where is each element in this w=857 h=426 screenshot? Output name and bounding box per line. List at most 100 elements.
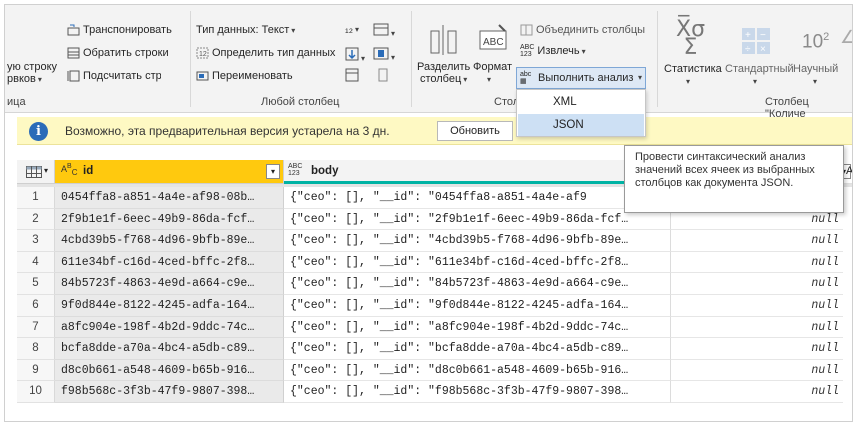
chevron-down-icon: ▾	[686, 77, 691, 86]
detect-type-button[interactable]: 12 Определить тип данных	[196, 47, 335, 59]
scientific-button[interactable]: Научный ▾	[793, 63, 838, 87]
data-type-dropdown[interactable]: Тип данных: Текст ▾	[196, 24, 295, 36]
rename-icon	[196, 71, 209, 81]
parse-menu: XML JSON	[516, 89, 646, 137]
parse-dropdown-button[interactable]: abc ▦ Выполнить анализ ▾	[516, 67, 646, 89]
count-rows-label: Подсчитать строки	[83, 70, 161, 83]
standard-label: Стандартный	[725, 63, 794, 75]
scientific-label: Научный	[793, 63, 839, 75]
keep-row-label-1: ую строку	[7, 61, 58, 73]
column-name-id: id	[83, 165, 94, 177]
cell-body[interactable]: {"ceo": [], "__id": "f98b568c-3f3b-47f9-…	[284, 381, 671, 403]
cell-body[interactable]: {"ceo": [], "__id": "9f0d844e-8122-4245-…	[284, 295, 671, 317]
chevron-down-icon: ▾	[753, 77, 758, 86]
cell-value[interactable]: null	[671, 252, 843, 274]
next-column-type-letter: A	[846, 165, 853, 177]
format-label: Формат	[473, 61, 513, 73]
cell-value[interactable]: null	[671, 338, 843, 360]
statistics-button[interactable]: Статистика ▾	[664, 63, 722, 87]
split-column-icon	[430, 25, 457, 55]
svg-text:÷: ÷	[745, 44, 751, 55]
cell-value[interactable]: null	[671, 381, 843, 403]
merge-columns-button[interactable]: Объединить столбцы	[520, 24, 645, 36]
separator	[657, 11, 658, 107]
cell-id[interactable]: 0454ffa8-a851-4a4e-af98-08b…	[55, 187, 284, 209]
column-header-body[interactable]: ABC 123 body	[284, 160, 671, 184]
convert-list-button[interactable]: ▾	[373, 47, 395, 63]
rename-button[interactable]: Переименовать	[196, 70, 293, 82]
keep-row-button[interactable]: ую строку рвков ▾	[7, 61, 57, 85]
transpose-icon	[67, 24, 80, 36]
row-number: 2	[17, 208, 55, 231]
cell-id[interactable]: 84b5723f-4863-4e9d-a664-c9e…	[55, 273, 284, 295]
table-row[interactable]: 10 f98b568c-3f3b-47f9-9807-398… {"ceo": []…	[17, 381, 852, 403]
svg-text:−: −	[760, 30, 766, 41]
cell-value[interactable]: null	[671, 317, 843, 339]
cell-id[interactable]: 2f9b1e1f-6eec-49b9-86da-fcf…	[55, 208, 284, 231]
count-rows-button[interactable]: Подсчитать строки	[67, 70, 161, 82]
table-menu-button[interactable]: ▾	[17, 160, 55, 184]
column-header-id[interactable]: ABC id ▾	[55, 160, 284, 184]
svg-text:+: +	[745, 30, 751, 41]
chevron-down-icon: ▾	[487, 75, 492, 84]
cell-id[interactable]: 611e34bf-c16d-4ced-bffc-2f8…	[55, 251, 284, 274]
cell-id[interactable]: 4cbd39b5-f768-4d96-9bfb-89e…	[55, 230, 284, 252]
split-column-button[interactable]: Разделить столбец ▾	[417, 61, 470, 85]
ribbon: ую строку рвков ▾ ица Транспонировать Обр…	[5, 5, 852, 120]
unpivot-button[interactable]	[378, 68, 388, 85]
transpose-button[interactable]: Транспонировать	[67, 24, 172, 36]
cell-id[interactable]: d8c0b661-a548-4609-b65b-916…	[55, 359, 284, 382]
transpose-label: Транспонировать	[83, 24, 172, 36]
table-row[interactable]: 5 84b5723f-4863-4e9d-a664-c9e… {"ceo": [],…	[17, 273, 852, 295]
pivot-button[interactable]	[345, 68, 359, 85]
text-type-icon: ABC	[61, 163, 78, 177]
cell-body[interactable]: {"ceo": [], "__id": "4cbd39b5-f768-4d96-…	[284, 230, 671, 252]
data-type-label: Тип данных: Текст	[196, 24, 290, 36]
cell-value[interactable]: null	[671, 295, 843, 317]
cell-value[interactable]: null	[671, 360, 843, 382]
trig-icon: ∠	[840, 27, 852, 77]
chevron-down-icon: ▾	[44, 166, 49, 175]
format-button[interactable]: Формат ▾	[473, 61, 512, 85]
cell-body[interactable]: {"ceo": [], "__id": "0454ffa8-a851-4a4e-…	[284, 187, 671, 209]
reverse-rows-button[interactable]: Обратить строки	[67, 47, 169, 59]
extract-icon: ABC 123	[520, 44, 535, 58]
extract-button[interactable]: ABC 123 Извлечь ▾	[520, 44, 586, 58]
cell-body[interactable]: {"ceo": [], "__id": "2f9b1e1f-6eec-49b9-…	[284, 208, 671, 231]
move-button[interactable]: ▾	[373, 23, 395, 39]
fill-button[interactable]: ▾	[345, 47, 365, 64]
svg-text:×: ×	[760, 44, 766, 55]
table-row[interactable]: 8 bcfa8dde-a70a-4bc4-a5db-c89… {"ceo": [],…	[17, 338, 852, 360]
table-row[interactable]: 6 9f0d844e-8122-4245-adfa-164… {"ceo": [],…	[17, 295, 852, 317]
chevron-down-icon: ▾	[37, 75, 42, 84]
merge-columns-icon	[520, 24, 533, 36]
reverse-rows-icon	[67, 47, 80, 59]
chevron-down-icon: ▾	[391, 29, 396, 38]
table-row[interactable]: 7 a8fc904e-198f-4b2d-9ddc-74c… {"ceo": [],…	[17, 316, 852, 339]
cell-id[interactable]: bcfa8dde-a70a-4bc4-a5db-c89…	[55, 338, 284, 360]
cell-id[interactable]: a8fc904e-198f-4b2d-9ddc-74c…	[55, 316, 284, 339]
standard-button[interactable]: Стандартный ▾	[725, 63, 794, 87]
table-row[interactable]: 9 d8c0b661-a548-4609-b65b-916… {"ceo": [],…	[17, 359, 852, 382]
cell-body[interactable]: {"ceo": [], "__id": "d8c0b661-a548-4609-…	[284, 359, 671, 382]
replace-values-button[interactable]: ₁₂ ▾	[345, 23, 359, 35]
cell-id[interactable]: f98b568c-3f3b-47f9-9807-398…	[55, 381, 284, 403]
chevron-down-icon: ▾	[638, 73, 643, 82]
scientific-exponent: 2	[823, 31, 830, 43]
menu-item-xml[interactable]: XML	[518, 91, 644, 113]
cell-body[interactable]: {"ceo": [], "__id": "a8fc904e-198f-4b2d-…	[284, 316, 671, 339]
refresh-button[interactable]: Обновить	[437, 121, 513, 141]
cell-value[interactable]: null	[671, 230, 843, 252]
cell-value[interactable]: null	[671, 273, 843, 295]
cell-id[interactable]: 9f0d844e-8122-4245-adfa-164…	[55, 295, 284, 317]
table-row[interactable]: 4 611e34bf-c16d-4ced-bffc-2f8… {"ceo": [],…	[17, 251, 852, 274]
cell-body[interactable]: {"ceo": [], "__id": "611e34bf-c16d-4ced-…	[284, 251, 671, 274]
cell-body[interactable]: {"ceo": [], "__id": "bcfa8dde-a70a-4bc4-…	[284, 338, 671, 360]
row-number: 6	[17, 295, 55, 317]
cell-body[interactable]: {"ceo": [], "__id": "84b5723f-4863-4e9d-…	[284, 273, 671, 295]
filter-dropdown-icon[interactable]: ▾	[266, 164, 280, 179]
table-row[interactable]: 3 4cbd39b5-f768-4d96-9bfb-89e… {"ceo": [],…	[17, 230, 852, 252]
convert-icon	[373, 47, 389, 60]
scientific-icon: 102	[802, 31, 829, 53]
menu-item-json[interactable]: JSON	[518, 114, 644, 136]
